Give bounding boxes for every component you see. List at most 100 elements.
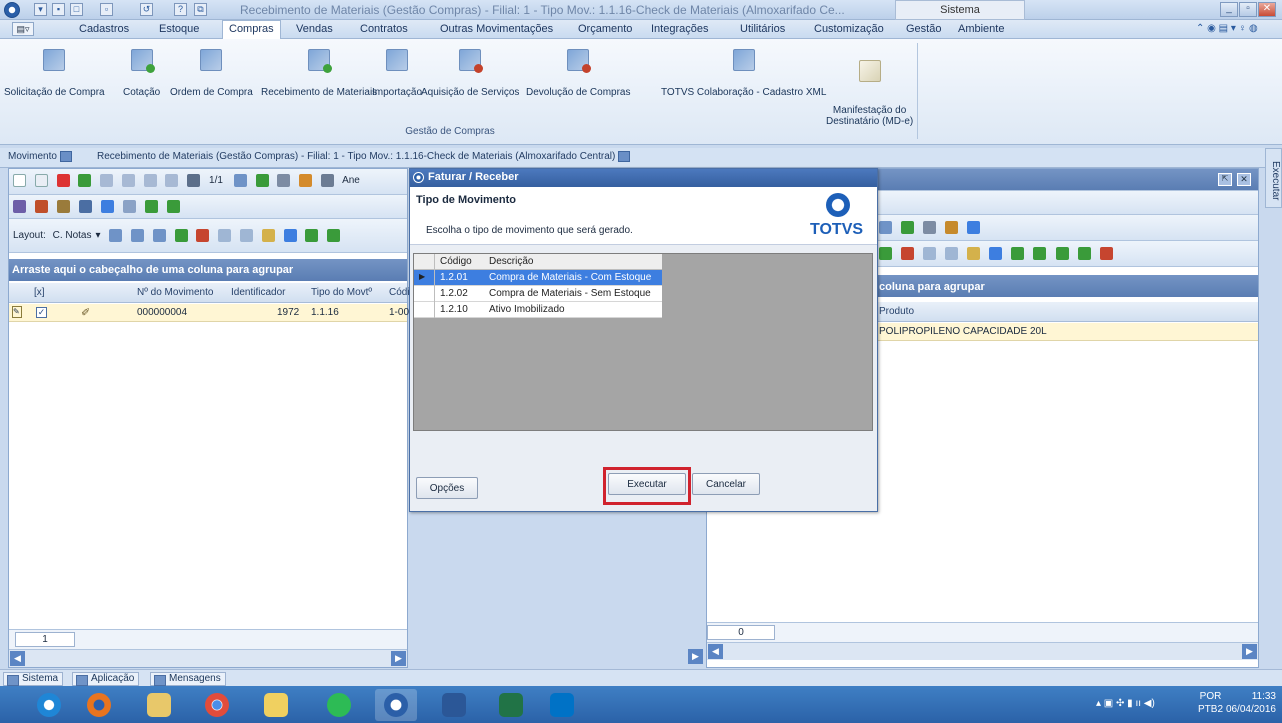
sort-icon[interactable] [967, 221, 981, 234]
devolucao-de-compras-button[interactable]: Devolução de Compras [526, 49, 631, 98]
layout-icon-10[interactable] [327, 229, 341, 242]
menu-utilitarios[interactable]: Utilitários [740, 23, 785, 35]
executar-side-tab[interactable]: Executar [1265, 148, 1282, 208]
menu-dropdown-icon[interactable]: ▤▿ [12, 22, 34, 36]
taskbar-firefox[interactable] [78, 689, 120, 721]
taskbar-app[interactable] [255, 689, 297, 721]
menu-customizacao[interactable]: Customização [814, 23, 884, 35]
layout-icon-2[interactable] [901, 247, 915, 260]
col-identificador[interactable]: Identificador [231, 287, 285, 298]
chevron-down-icon[interactable]: ▾ [96, 230, 101, 241]
col-numero[interactable]: Nº do Movimento [137, 287, 213, 298]
menu-ambiente[interactable]: Ambiente [958, 23, 1004, 35]
recebimento-de-materiais-button[interactable]: Recebimento de Materiais [261, 49, 377, 98]
layout-icon-6[interactable] [218, 229, 232, 242]
grid-icon[interactable] [233, 174, 247, 187]
layout-icon-1[interactable] [109, 229, 123, 242]
process-icon[interactable] [255, 174, 269, 187]
layout-icon-1[interactable] [879, 247, 892, 260]
refresh-icon[interactable]: ↺ [140, 3, 153, 16]
cotacao-button[interactable]: Cotação [123, 49, 160, 98]
process-icon[interactable] [901, 221, 915, 234]
close-panel-icon[interactable]: ✕ [1237, 173, 1251, 186]
tray-icons[interactable]: ▴ ▣ ✣ ▮ ıı ◀) [1096, 698, 1155, 709]
print-icon[interactable] [923, 221, 937, 234]
layout-icon-7[interactable] [1033, 247, 1047, 260]
copy-icon[interactable]: ⧉ [194, 3, 207, 16]
menu-right-icons[interactable]: ⌃ ◉ ▤ ▾ ♀ ◍ [1196, 23, 1258, 34]
close-tab-icon[interactable] [618, 151, 631, 162]
layout-icon-4[interactable] [945, 247, 959, 260]
delete-icon[interactable] [56, 174, 70, 187]
group-by-header[interactable]: Arraste aqui o cabeçalho de uma coluna p… [9, 259, 407, 281]
col-codigo[interactable]: Código [440, 256, 472, 267]
pencil-icon[interactable] [57, 200, 71, 213]
grid-row[interactable]: 1.2.10 Ativo Imobilizado [414, 302, 662, 318]
restore-icon[interactable]: ▫ [1239, 2, 1257, 17]
menu-gestao[interactable]: Gestão [906, 23, 941, 35]
pin-icon[interactable]: ⇱ [1218, 173, 1232, 186]
aquisicao-de-servicos-button[interactable]: Aquisição de Serviços [421, 49, 519, 98]
menu-cadastros[interactable]: Cadastros [79, 23, 129, 35]
first-icon[interactable] [100, 174, 114, 187]
tab-recebimento[interactable]: Recebimento de Materiais (Gestão Compras… [97, 151, 631, 162]
binoculars-icon[interactable] [187, 174, 201, 187]
col-check[interactable]: [x] [34, 287, 45, 298]
solicitacao-de-compra-button[interactable]: Solicitação de Compra [4, 49, 105, 98]
close-icon[interactable]: ✕ [1258, 2, 1276, 17]
taskbar-excel[interactable] [490, 689, 532, 721]
list-icon[interactable] [123, 200, 137, 213]
scroll-left-icon[interactable]: ◀ [708, 644, 723, 659]
next-icon[interactable] [143, 174, 157, 187]
tray-language[interactable]: POR PTB2 [1198, 690, 1223, 716]
col-codigo[interactable]: Códi [389, 287, 410, 298]
tools-icon[interactable]: ▫ [100, 3, 113, 16]
attachment-icon[interactable] [320, 174, 334, 187]
close-tab-icon[interactable] [59, 151, 72, 162]
taskbar-ie[interactable] [28, 689, 70, 721]
scroll-right-icon[interactable]: ▶ [391, 651, 406, 666]
chart-icon[interactable] [283, 229, 297, 242]
window-icon[interactable]: □ [70, 3, 83, 16]
grid-icon[interactable] [879, 221, 892, 234]
stamp-icon[interactable] [79, 200, 93, 213]
taskbar-lync[interactable] [541, 689, 583, 721]
grid-row[interactable]: ▶ 1.2.01 Compra de Materiais - Com Estoq… [414, 270, 662, 286]
taskbar-spotify[interactable] [318, 689, 360, 721]
layout-select[interactable]: C. Notas [53, 230, 92, 241]
taskbar-totvs[interactable] [375, 689, 417, 721]
last-icon[interactable] [165, 174, 179, 187]
menu-compras[interactable]: Compras [222, 20, 281, 39]
status-tab-aplicacao[interactable]: Aplicação [72, 672, 140, 686]
funnel-icon[interactable] [145, 200, 159, 213]
chart-icon[interactable] [989, 247, 1003, 260]
menu-estoque[interactable]: Estoque [159, 23, 199, 35]
menu-integracoes[interactable]: Integrações [651, 23, 708, 35]
menu-vendas[interactable]: Vendas [296, 23, 333, 35]
layout-icon-9[interactable] [1077, 247, 1091, 260]
col-descricao[interactable]: Descrição [489, 256, 533, 267]
layout-icon-4[interactable] [174, 229, 188, 242]
col-produto[interactable]: Produto [879, 306, 914, 317]
layout-icon-5[interactable] [967, 247, 981, 260]
tag-icon[interactable] [101, 200, 115, 213]
status-tab-mensagens[interactable]: Mensagens [150, 672, 226, 686]
tools-icon[interactable] [945, 221, 959, 234]
grid-row[interactable]: 1.2.02 Compra de Materiais - Sem Estoque [414, 286, 662, 302]
totvs-colaboracao-button[interactable]: TOTVS Colaboração - Cadastro XML [661, 49, 826, 98]
taskbar-chrome[interactable] [196, 689, 238, 721]
edit-icon[interactable] [34, 174, 48, 187]
refresh-icon[interactable] [78, 174, 92, 187]
help-icon[interactable]: ? [174, 3, 187, 16]
tab-movimento[interactable]: Movimento [8, 151, 72, 162]
scroll-left-icon[interactable]: ◀ [10, 651, 25, 666]
row-checkbox[interactable]: ✓ [36, 307, 47, 318]
right-scrollbar[interactable]: ◀ ▶ [707, 642, 1258, 660]
scroll-right-icon[interactable]: ▶ [688, 649, 703, 664]
new-icon[interactable] [13, 174, 26, 187]
filter-icon[interactable] [13, 200, 26, 213]
anexos-label[interactable]: Ane [342, 175, 360, 186]
layout-icon-5[interactable] [196, 229, 210, 242]
app-orb-icon[interactable] [4, 2, 20, 18]
left-scrollbar[interactable]: ◀ ▶ [9, 649, 407, 667]
